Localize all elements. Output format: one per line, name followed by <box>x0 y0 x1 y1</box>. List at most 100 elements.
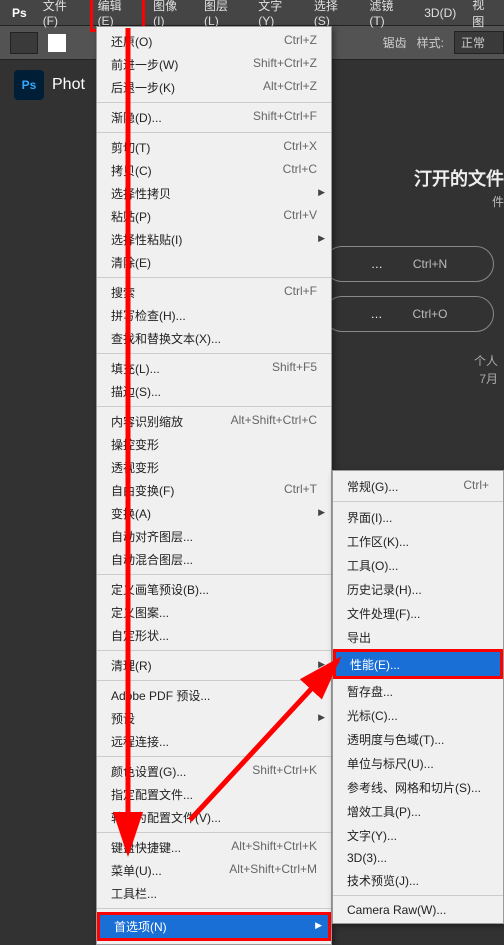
menu-item-label: 工具栏... <box>111 885 157 902</box>
style-select[interactable]: 正常 <box>454 31 504 54</box>
menu-item-label: 前进一步(W) <box>111 56 178 73</box>
menu-item[interactable]: 变换(A) <box>97 502 331 525</box>
menu-item[interactable]: 搜索 Ctrl+F <box>97 281 331 304</box>
new-doc-button[interactable]: …Ctrl+N <box>324 246 494 282</box>
submenu-item[interactable]: 3D(3)... <box>333 847 503 868</box>
submenu-item[interactable]: 工具(O)... <box>333 553 503 577</box>
menubar-filter[interactable]: 滤镜(T) <box>361 0 416 32</box>
submenu-item-label: 光标(C)... <box>347 707 398 724</box>
menubar-3d[interactable]: 3D(D) <box>416 2 464 24</box>
menu-item[interactable]: 剪切(T)Ctrl+X <box>97 136 331 159</box>
submenu-item-label: 工具(O)... <box>347 557 398 574</box>
menubar-view[interactable]: 视图 <box>464 0 504 34</box>
marquee-tool-icon[interactable] <box>10 32 38 54</box>
menu-item[interactable]: 透视变形 <box>97 456 331 479</box>
menu-item-label: 渐隐(D)... <box>111 109 162 126</box>
menu-item[interactable]: 查找和替换文本(X)... <box>97 327 331 350</box>
menu-item-label: 键盘快捷键... <box>111 839 181 856</box>
menu-item[interactable]: 前进一步(W) Shift+Ctrl+Z <box>97 53 331 76</box>
menu-item[interactable]: 填充(L)...Shift+F5 <box>97 357 331 380</box>
menu-item[interactable]: 选择性粘贴(I) <box>97 228 331 251</box>
submenu-item[interactable]: 透明度与色域(T)... <box>333 727 503 751</box>
submenu-item[interactable]: 工作区(K)... <box>333 529 503 553</box>
menu-item-shortcut: Shift+Ctrl+F <box>253 109 317 126</box>
menu-item[interactable]: 还原(O)Ctrl+Z <box>97 30 331 53</box>
submenu-item[interactable]: 文件处理(F)... <box>333 601 503 625</box>
swatch-white[interactable] <box>48 34 66 52</box>
menu-item-shortcut: Ctrl+X <box>283 139 317 156</box>
menu-item-shortcut: Shift+Ctrl+K <box>252 763 317 780</box>
menu-item[interactable]: 转换为配置文件(V)... <box>97 806 331 829</box>
ps-doc-icon: Ps <box>14 70 44 100</box>
menu-item-shortcut: Ctrl+F <box>284 284 317 301</box>
menu-item[interactable]: 远程连接... <box>97 730 331 753</box>
menu-item[interactable]: 定义画笔预设(B)... <box>97 578 331 601</box>
menu-item[interactable]: 键盘快捷键...Alt+Shift+Ctrl+K <box>97 836 331 859</box>
submenu-item[interactable]: 单位与标尺(U)... <box>333 751 503 775</box>
menu-item[interactable]: 拼写检查(H)... <box>97 304 331 327</box>
menu-item[interactable]: 预设 <box>97 707 331 730</box>
menu-item[interactable]: 渐隐(D)... Shift+Ctrl+F <box>97 106 331 129</box>
menu-item-label: Adobe PDF 预设... <box>111 687 210 704</box>
menu-item[interactable]: 清理(R) <box>97 654 331 677</box>
menubar-file[interactable]: 文件(F) <box>35 0 90 32</box>
menu-item-label: 变换(A) <box>111 505 151 522</box>
menu-item[interactable]: 定义图案... <box>97 601 331 624</box>
submenu-item-label: 文字(Y)... <box>347 827 397 844</box>
menu-item[interactable]: 选择性拷贝 <box>97 182 331 205</box>
menu-item[interactable]: 自动混合图层... <box>97 548 331 571</box>
menu-item[interactable]: 清除(E) <box>97 251 331 274</box>
submenu-item[interactable]: 导出 <box>333 625 503 649</box>
menu-item-label: 内容识别缩放 <box>111 413 183 430</box>
submenu-item[interactable]: 文字(Y)... <box>333 823 503 847</box>
submenu-item-label: 常规(G)... <box>347 478 398 495</box>
menu-item[interactable]: 后退一步(K)Alt+Ctrl+Z <box>97 76 331 99</box>
menu-item[interactable]: 内容识别缩放 Alt+Shift+Ctrl+C <box>97 410 331 433</box>
submenu-item-label: 工作区(K)... <box>347 533 409 550</box>
menu-item[interactable]: 操控变形 <box>97 433 331 456</box>
menu-item-label: 指定配置文件... <box>111 786 193 803</box>
submenu-item[interactable]: 暂存盘... <box>333 679 503 703</box>
submenu-item[interactable]: 历史记录(H)... <box>333 577 503 601</box>
submenu-item[interactable]: 性能(E)... <box>336 652 500 676</box>
submenu-item-label: 文件处理(F)... <box>347 605 420 622</box>
submenu-item-label: 参考线、网格和切片(S)... <box>347 779 481 796</box>
menu-item-label: 自动混合图层... <box>111 551 193 568</box>
submenu-item[interactable]: Camera Raw(W)... <box>333 899 503 920</box>
recent-heading: 汀开的文件 <box>414 165 504 191</box>
menu-item[interactable]: 指定配置文件... <box>97 783 331 806</box>
menu-item-shortcut: Alt+Shift+Ctrl+M <box>229 862 317 879</box>
menu-item[interactable]: 工具栏... <box>97 882 331 905</box>
menu-item[interactable]: 颜色设置(G)...Shift+Ctrl+K <box>97 760 331 783</box>
menu-item[interactable]: 菜单(U)...Alt+Shift+Ctrl+M <box>97 859 331 882</box>
menubar: Ps 文件(F) 编辑(E) 图像(I) 图层(L) 文字(Y) 选择(S) 滤… <box>0 0 504 26</box>
menu-item[interactable]: 自动对齐图层... <box>97 525 331 548</box>
submenu-item-label: 暂存盘... <box>347 683 393 700</box>
submenu-item[interactable]: 参考线、网格和切片(S)... <box>333 775 503 799</box>
menu-item[interactable]: 自定形状... <box>97 624 331 647</box>
menu-item-shortcut: Alt+Shift+Ctrl+C <box>231 413 317 430</box>
submenu-item-label: 3D(3)... <box>347 851 387 865</box>
info-text-2: 7月 <box>479 370 498 387</box>
menu-item-label: 自定形状... <box>111 627 169 644</box>
menu-item[interactable]: 描边(S)... <box>97 380 331 403</box>
menu-item[interactable]: 拷贝(C)Ctrl+C <box>97 159 331 182</box>
open-doc-button[interactable]: …Ctrl+O <box>324 296 494 332</box>
submenu-item[interactable]: 界面(I)... <box>333 505 503 529</box>
submenu-item-label: 历史记录(H)... <box>347 581 422 598</box>
menu-item-shortcut: Shift+Ctrl+Z <box>253 56 317 73</box>
menu-item[interactable]: 自由变换(F)Ctrl+T <box>97 479 331 502</box>
menu-item-shortcut: Alt+Ctrl+Z <box>263 79 317 96</box>
menu-item-label: 定义画笔预设(B)... <box>111 581 209 598</box>
menu-item-label: 远程连接... <box>111 733 169 750</box>
menu-item-shortcut: Ctrl+T <box>284 482 317 499</box>
submenu-item[interactable]: 常规(G)...Ctrl+ <box>333 474 503 498</box>
menu-item[interactable]: 粘贴(P)Ctrl+V <box>97 205 331 228</box>
submenu-item[interactable]: 技术预览(J)... <box>333 868 503 892</box>
menu-item-label: 填充(L)... <box>111 360 160 377</box>
submenu-item[interactable]: 光标(C)... <box>333 703 503 727</box>
submenu-item[interactable]: 增效工具(P)... <box>333 799 503 823</box>
menu-item-label: 转换为配置文件(V)... <box>111 809 221 826</box>
menu-item-label: 搜索 <box>111 284 135 301</box>
menu-item[interactable]: Adobe PDF 预设... <box>97 684 331 707</box>
